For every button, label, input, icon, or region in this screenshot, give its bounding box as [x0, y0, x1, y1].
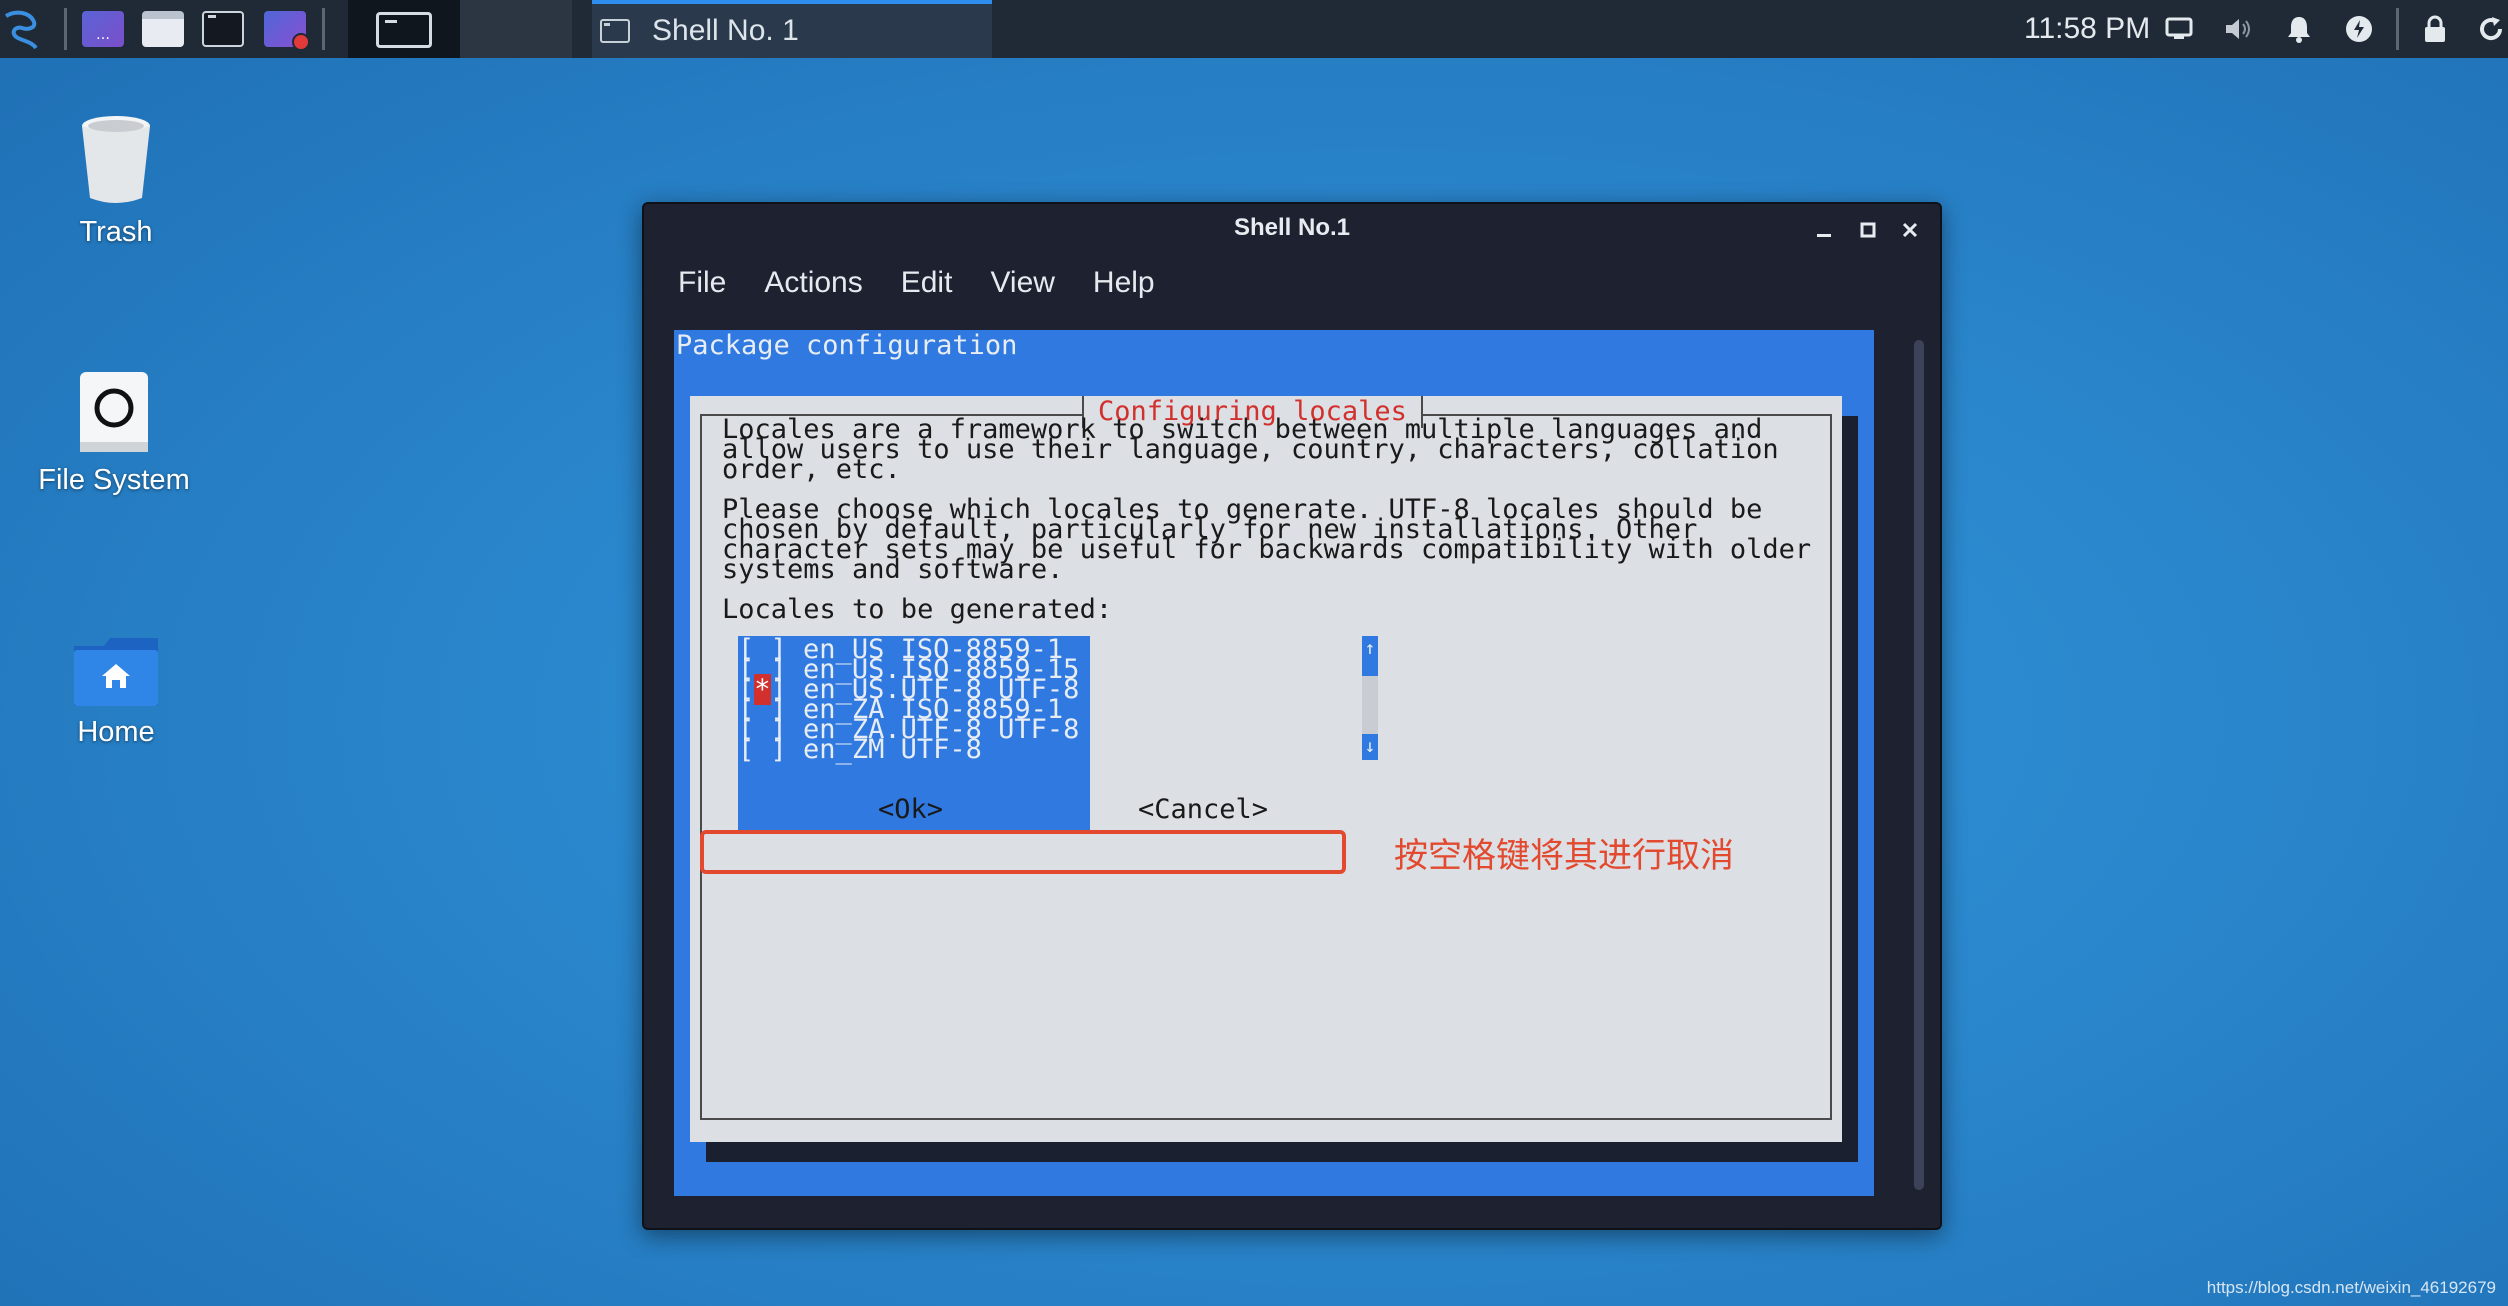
- trash-icon: [16, 104, 216, 208]
- menu-help[interactable]: Help: [1093, 266, 1155, 300]
- file-manager-icon[interactable]: [140, 4, 186, 54]
- desktop-icon-label: File System: [38, 464, 190, 496]
- locales-dialog: Configuring locales Locales are a framew…: [690, 396, 1842, 1142]
- maximize-icon[interactable]: [1852, 214, 1884, 246]
- workspace-icon[interactable]: …: [80, 4, 126, 54]
- home-folder-icon: [16, 604, 216, 708]
- list-scrollbar-track[interactable]: [1362, 676, 1378, 734]
- annotation-text: 按空格键将其进行取消: [1394, 836, 1734, 876]
- locale-checkbox[interactable]: [ ]: [738, 734, 787, 765]
- scroll-down-icon[interactable]: ↓: [1362, 734, 1378, 760]
- scroll-up-icon[interactable]: ↑: [1362, 636, 1378, 662]
- terminal-icon[interactable]: [200, 4, 246, 54]
- drive-icon: [14, 352, 214, 456]
- clock[interactable]: 11:58 PM: [2024, 0, 2150, 58]
- list-scrollbar[interactable]: ↑ ↓: [1362, 636, 1378, 760]
- cancel-button[interactable]: <Cancel>: [1138, 794, 1268, 826]
- terminal-active-icon: [376, 12, 432, 48]
- desktop-icon-label: Trash: [79, 216, 153, 248]
- workspace-area: [460, 0, 572, 58]
- notification-bell-icon[interactable]: [2282, 12, 2316, 46]
- window-title: Shell No.1: [1233, 214, 1351, 241]
- taskbar-window-title: Shell No. 1: [652, 14, 799, 47]
- taskbar-separator: [2396, 8, 2399, 50]
- menu-view[interactable]: View: [990, 266, 1054, 300]
- description-line: order, etc.: [722, 454, 901, 485]
- taskbar: … Shell No. 1 11:58 PM: [0, 0, 2508, 58]
- power-icon[interactable]: [2342, 12, 2376, 46]
- refresh-icon[interactable]: [2474, 12, 2508, 46]
- screen-recorder-icon[interactable]: [260, 4, 310, 54]
- taskbar-separator: [322, 8, 325, 50]
- display-icon[interactable]: [2162, 12, 2196, 46]
- close-icon[interactable]: [1894, 214, 1926, 246]
- description-line: systems and software.: [722, 554, 1064, 585]
- terminal-window[interactable]: Shell No.1 File Actions Edit View Help P…: [642, 202, 1942, 1230]
- menu-bar: File Actions Edit View Help: [678, 266, 1155, 300]
- menu-file[interactable]: File: [678, 266, 726, 300]
- terminal-scrollbar-thumb[interactable]: [1914, 340, 1924, 1190]
- annotation-highlight-box: [700, 830, 1346, 874]
- desktop-icon-home[interactable]: Home: [16, 604, 216, 749]
- active-terminal-button[interactable]: [348, 0, 460, 58]
- terminal-window-icon: [600, 19, 630, 43]
- taskbar-window-button[interactable]: Shell No. 1: [592, 0, 992, 58]
- terminal-content[interactable]: Package configuration Configuring locale…: [674, 330, 1874, 1196]
- taskbar-separator: [64, 8, 67, 50]
- locale-name: en_ZM UTF-8: [803, 734, 982, 765]
- list-label: Locales to be generated:: [722, 594, 1113, 625]
- desktop-icon-trash[interactable]: Trash: [16, 104, 216, 249]
- terminal-scrollbar[interactable]: [1914, 340, 1924, 1190]
- minimize-icon[interactable]: [1808, 214, 1840, 246]
- watermark: https://blog.csdn.net/weixin_46192679: [2206, 1278, 2496, 1297]
- desktop-icon-file-system[interactable]: File System: [14, 352, 214, 497]
- desktop-icon-label: Home: [77, 716, 155, 748]
- kali-menu-icon[interactable]: [0, 4, 40, 54]
- menu-edit[interactable]: Edit: [901, 266, 953, 300]
- lock-icon[interactable]: [2418, 12, 2452, 46]
- volume-icon[interactable]: [2222, 12, 2256, 46]
- list-item[interactable]: [ ] en_ZM UTF-8: [738, 734, 982, 766]
- package-configuration-header: Package configuration: [676, 330, 1018, 361]
- menu-actions[interactable]: Actions: [764, 266, 862, 300]
- ok-button[interactable]: <Ok>: [878, 794, 943, 826]
- list-scrollbar-thumb[interactable]: [1362, 662, 1378, 676]
